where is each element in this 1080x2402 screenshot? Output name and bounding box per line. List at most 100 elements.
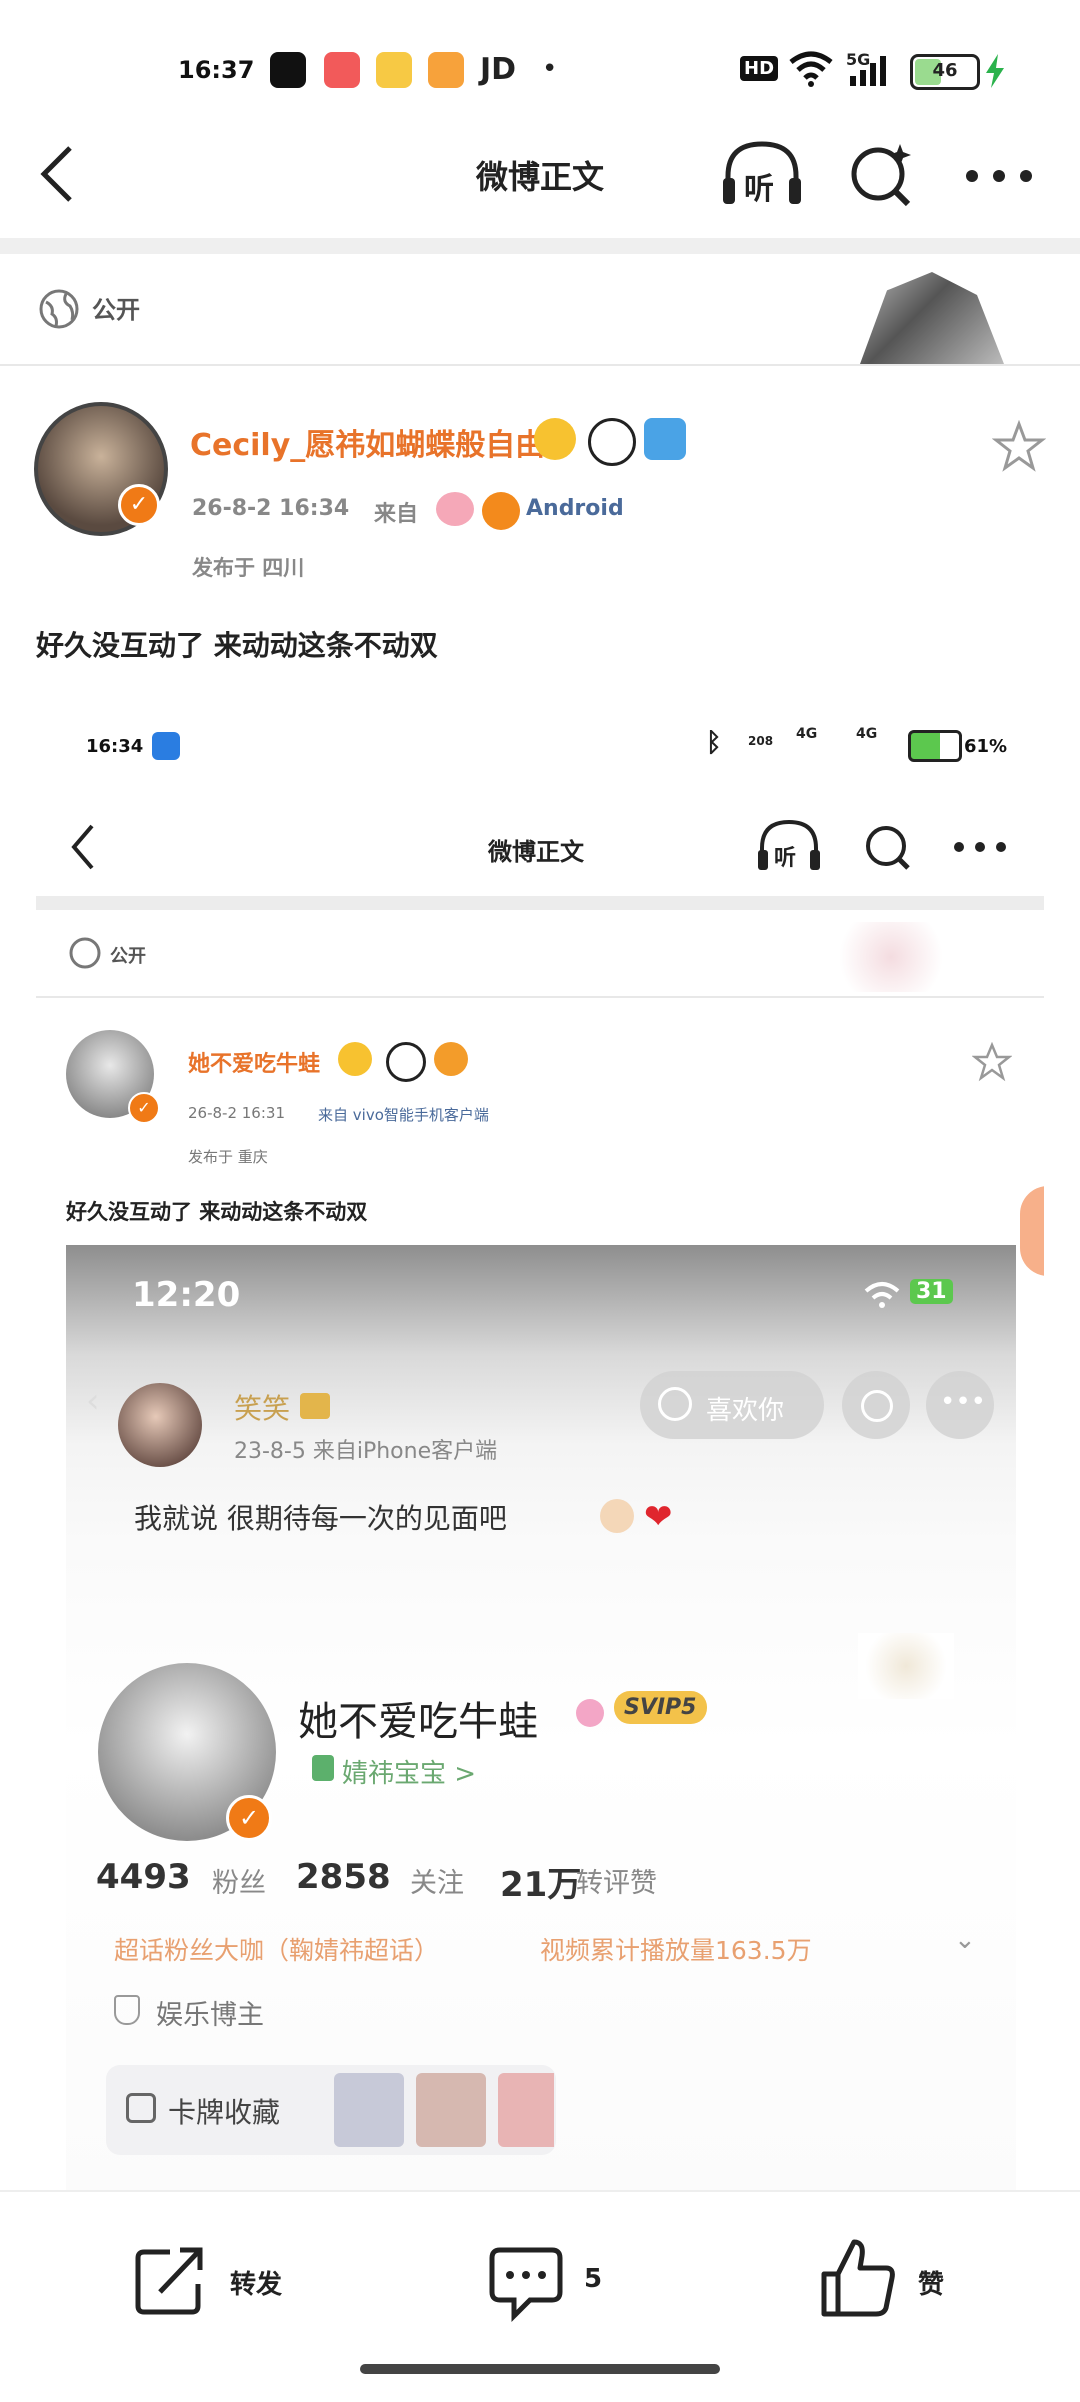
more-icon[interactable]: [964, 168, 1034, 184]
listen-label: 听: [744, 172, 774, 207]
nested-card-icon: [126, 2093, 156, 2123]
nested-wifi-icon: [864, 1282, 900, 1308]
repost-icon: [135, 2247, 203, 2315]
inner-line: [36, 996, 1044, 998]
nested-video-stat: 视频累计播放量163.5万: [540, 1936, 812, 1965]
nested-card-thumb-2: [416, 2073, 486, 2147]
search-icon[interactable]: [848, 140, 914, 210]
nested-card-thumb-3: [498, 2073, 554, 2147]
inner-author-name: 她不爱吃牛蛙: [188, 1052, 321, 1077]
like-button[interactable]: 赞: [816, 2234, 966, 2324]
inner-date: 26-8-2 16:31: [188, 1104, 285, 1122]
listen-button[interactable]: 听: [720, 138, 804, 210]
source-prefix: 来自: [374, 502, 419, 527]
nested-comment-meta: 23-8-5 来自iPhone客户端: [234, 1439, 498, 1464]
inner-back-icon: [71, 824, 94, 870]
nested-card-thumb-1: [334, 2073, 404, 2147]
inner-fish-icon: [434, 1042, 468, 1076]
inner-app-icon: [152, 732, 180, 760]
video-app-icon: [324, 52, 360, 88]
verified-icon: ✓: [118, 484, 160, 526]
nested-svip-badge: SVIP5: [614, 1691, 707, 1724]
inner-source: 来自 vivo智能手机客户端: [318, 1106, 489, 1124]
inner-status-time: 16:34: [86, 736, 144, 757]
inner-star-icon: [972, 1042, 1012, 1082]
nested-card-collection: 卡牌收藏: [106, 2065, 556, 2155]
wifi-icon: [789, 51, 833, 87]
post-image[interactable]: 16:34 ᛒ 208 4G 4G 61% 微博正文 听 公开 ✓ 她不爱吃牛蛙…: [36, 700, 1044, 2190]
star-favorite-icon[interactable]: [992, 420, 1046, 474]
inner-net-b: 4G: [856, 726, 878, 742]
panda-badge-icon: [588, 418, 636, 466]
inner-side-tab: [1020, 1186, 1044, 1276]
inner-panda-icon: [386, 1042, 426, 1082]
inner-location: 发布于 重庆: [188, 1148, 268, 1166]
page-title: 微博正文: [475, 158, 604, 196]
inner-more-icon: [954, 842, 1006, 852]
post-date: 26-8-2 16:34: [192, 496, 350, 521]
nested-follow-count: 2858: [296, 1857, 391, 1897]
nested-more-button: •••: [926, 1371, 994, 1439]
inner-battery-icon: [908, 730, 962, 762]
nested-shield-icon: [114, 1995, 140, 2025]
inner-globe-icon: [69, 937, 101, 969]
nested-banner-decoration: [858, 1633, 954, 1699]
author-name[interactable]: Cecily_愿祎如蝴蝶般自由: [190, 420, 545, 464]
tiktok-icon: [270, 52, 306, 88]
shark-badge-icon: [644, 418, 686, 460]
inner-listen-icon: 听: [756, 818, 822, 874]
nested-likes-count: 21万: [500, 1865, 582, 1905]
nested-fans-count: 4493: [96, 1857, 191, 1897]
inner-divider: [36, 896, 1044, 910]
ok-hand-icon: [600, 1499, 634, 1533]
inner-speed: 208: [748, 734, 774, 748]
inner-banner-decoration: [826, 922, 956, 992]
nested-back-icon: ‹: [86, 1381, 100, 1421]
heart-icon: ❤: [644, 1497, 673, 1537]
hd-icon: HD: [740, 56, 779, 81]
inner-crown-icon: [338, 1042, 372, 1076]
post-source[interactable]: Android: [526, 496, 624, 521]
inner-page-title: 微博正文: [488, 838, 584, 866]
crown-badge-icon: [534, 418, 576, 460]
inner-visibility: 公开: [110, 946, 146, 967]
repost-label: 转发: [230, 2270, 283, 2300]
orange-icon: [482, 492, 520, 530]
home-indicator[interactable]: [360, 2364, 720, 2374]
comment-icon: [489, 2247, 563, 2323]
nested-expand-icon: ⌄: [954, 1925, 976, 1955]
post-text: 好久没互动了 来动动这条不动双: [36, 629, 438, 662]
battery-icon: 46: [910, 54, 980, 90]
nested-profile-name: 她不爱吃牛蛙: [298, 1699, 538, 1745]
inner-search-icon: [866, 826, 910, 870]
top-nav: 微博正文 听: [0, 110, 1080, 230]
section-divider: [0, 238, 1080, 254]
nested-like-you-button: 喜欢你: [640, 1371, 824, 1439]
inner-bluetooth-icon: ᛒ: [706, 728, 722, 758]
nested-battery: 31: [910, 1279, 953, 1304]
nested-search-icon: [861, 1390, 893, 1422]
nested-fan-title: 超话粉丝大咖（鞠婧祎超话）: [114, 1936, 440, 1965]
comment-button[interactable]: 5: [486, 2240, 636, 2324]
repost-button[interactable]: 转发: [130, 2240, 300, 2320]
nested-commenter-name: 笑笑: [234, 1392, 291, 1425]
jd-app-icon: JD: [480, 52, 517, 87]
signal-icon: [850, 56, 886, 86]
nested-group-icon: [312, 1755, 334, 1781]
visibility-label: 公开: [92, 296, 140, 324]
pig-icon: [436, 492, 474, 526]
globe-icon: [39, 289, 79, 329]
nested-group-link: 婧祎宝宝 >: [342, 1759, 477, 1789]
nested-search-button: [842, 1371, 910, 1439]
nested-comment-text: 我就说 很期待每一次的见面吧: [134, 1502, 507, 1535]
live-app-icon: [428, 52, 464, 88]
inner-battery-level: 61%: [964, 736, 1008, 757]
nested-card-label: 卡牌收藏: [168, 2096, 281, 2129]
nested-fans-label: 粉丝: [212, 1868, 266, 1899]
post-banner-decoration: [860, 272, 1004, 364]
comment-count: 5: [584, 2264, 603, 2294]
charging-icon: [986, 54, 1004, 88]
nested-verified-icon: ✓: [226, 1795, 272, 1841]
nested-status-time: 12:20: [132, 1275, 241, 1315]
weibo-app-icon: [376, 52, 412, 88]
